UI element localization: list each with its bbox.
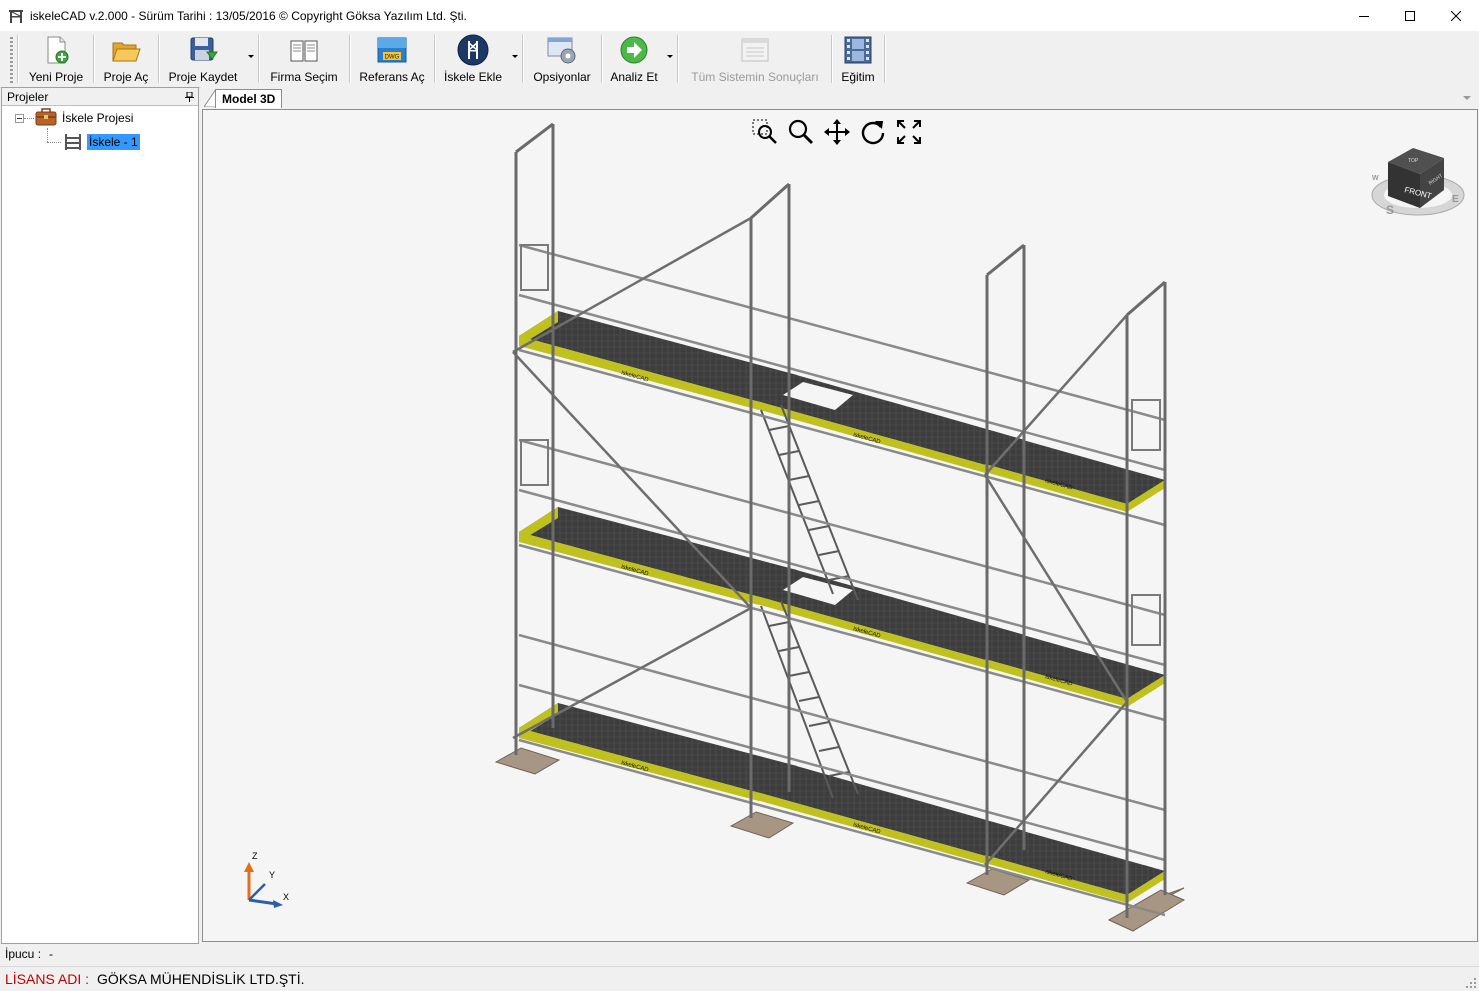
scaffold-add-icon	[457, 34, 489, 66]
pin-icon[interactable]	[185, 91, 194, 102]
analyze-arrow-icon	[620, 36, 648, 64]
save-project-button[interactable]: Proje Kaydet	[163, 31, 243, 87]
view-cube[interactable]: FRONT TOP RIGHT S E W	[1371, 148, 1465, 217]
toolbar-separator	[17, 35, 19, 83]
scaffold-3d-model[interactable]: iskeleCAD iskeleCAD iskeleCAD iskeleCAD …	[203, 110, 1477, 941]
save-project-label: Proje Kaydet	[168, 70, 238, 84]
tree-expander-collapse[interactable]	[15, 114, 24, 123]
tree-connector	[47, 128, 48, 142]
svg-text:DWG: DWG	[385, 55, 400, 61]
status-bar: İpucu : -	[0, 943, 1479, 965]
film-icon	[844, 36, 872, 64]
save-icon	[190, 37, 218, 61]
svg-text:Y: Y	[269, 870, 275, 880]
options-button[interactable]: Opsiyonlar	[526, 31, 598, 87]
all-results-label: Tüm Sistemin Sonuçları	[691, 70, 819, 84]
window-controls	[1341, 0, 1479, 31]
add-scaffold-dropdown-arrow[interactable]	[512, 55, 518, 58]
svg-text:Z: Z	[252, 851, 258, 861]
new-project-icon	[47, 36, 69, 64]
license-label: LİSANS ADI :	[5, 971, 90, 987]
company-select-label: Firma Seçim	[270, 70, 338, 84]
tab-list-dropdown[interactable]	[1463, 96, 1471, 100]
toolbar-separator	[93, 35, 95, 83]
training-label: Eğitim	[841, 70, 875, 84]
minimize-button[interactable]	[1341, 0, 1387, 31]
svg-text:S: S	[1386, 203, 1394, 217]
main-toolbar: Yeni Proje Proje Aç Proje Kaydet Firma S…	[0, 31, 1479, 88]
tree-connector	[47, 142, 61, 143]
document-tabstrip: Model 3D	[201, 87, 1479, 109]
results-icon	[741, 38, 769, 62]
svg-text:W: W	[1372, 175, 1379, 182]
maximize-icon	[1405, 10, 1415, 21]
license-value: GÖKSA MÜHENDİSLİK LTD.ŞTİ.	[97, 971, 305, 987]
add-scaffold-button[interactable]: İskele Ekle	[439, 31, 507, 87]
book-icon	[290, 40, 318, 62]
new-project-button[interactable]: Yeni Proje	[22, 31, 90, 87]
all-results-button[interactable]: Tüm Sistemin Sonuçları	[682, 31, 828, 87]
toolbar-grip[interactable]	[10, 37, 13, 83]
new-project-label: Yeni Proje	[28, 70, 84, 84]
options-label: Opsiyonlar	[533, 70, 591, 84]
tab-model-3d[interactable]: Model 3D	[215, 89, 283, 108]
toolbar-separator	[158, 35, 160, 83]
open-project-label: Proje Aç	[103, 70, 149, 84]
tree-node-scaffold[interactable]: İskele - 1	[87, 134, 140, 150]
toolbar-separator	[884, 35, 886, 83]
close-icon	[1451, 10, 1461, 21]
tree-node-project[interactable]: İskele Projesi	[62, 111, 133, 125]
title-bar: iskeleCAD v.2.000 - Sürüm Tarihi : 13/05…	[0, 0, 1479, 31]
toolbar-separator	[831, 35, 833, 83]
projects-panel: Projeler İskele Projesi İskele - 1	[1, 87, 199, 944]
reference-open-label: Referans Aç	[359, 70, 425, 84]
tip-label: İpucu :	[5, 947, 42, 961]
toolbar-separator	[601, 35, 603, 83]
reference-open-button[interactable]: DWG Referans Aç	[353, 31, 431, 87]
minimize-icon	[1359, 15, 1369, 17]
base-plates	[494, 747, 1186, 932]
training-button[interactable]: Eğitim	[836, 31, 880, 87]
model-3d-viewport[interactable]: iskeleCAD iskeleCAD iskeleCAD iskeleCAD …	[202, 109, 1478, 942]
analyze-button[interactable]: Analiz Et	[604, 31, 664, 87]
resize-grip-icon[interactable]	[1465, 977, 1477, 989]
toolbar-separator	[434, 35, 436, 83]
toolbar-separator	[349, 35, 351, 83]
analyze-label: Analiz Et	[610, 70, 658, 84]
license-bar: LİSANS ADI : GÖKSA MÜHENDİSLİK LTD.ŞTİ.	[0, 966, 1479, 991]
toolbar-separator	[258, 35, 260, 83]
svg-text:E: E	[1452, 194, 1459, 205]
scaffold-node-icon	[65, 134, 81, 150]
svg-text:X: X	[283, 892, 289, 902]
projects-panel-header: Projeler	[2, 88, 198, 106]
project-briefcase-icon	[35, 108, 57, 126]
options-gear-icon	[547, 37, 576, 64]
axis-triad: Z Y X	[244, 851, 289, 908]
analyze-dropdown-arrow[interactable]	[667, 55, 673, 58]
window-title: iskeleCAD v.2.000 - Sürüm Tarihi : 13/05…	[30, 8, 467, 23]
save-dropdown-arrow[interactable]	[248, 55, 254, 58]
close-button[interactable]	[1433, 0, 1479, 31]
projects-panel-title: Projeler	[7, 89, 49, 104]
toolbar-separator	[677, 35, 679, 83]
company-select-button[interactable]: Firma Seçim	[263, 31, 345, 87]
tree-connector	[24, 118, 34, 119]
open-project-button[interactable]: Proje Aç	[97, 31, 155, 87]
tip-value: -	[49, 947, 54, 961]
svg-text:TOP: TOP	[1408, 158, 1419, 164]
add-scaffold-label: İskele Ekle	[443, 70, 503, 84]
toolbar-separator	[522, 35, 524, 83]
maximize-button[interactable]	[1387, 0, 1433, 31]
folder-open-icon	[112, 42, 141, 62]
dwg-icon: DWG	[377, 37, 407, 63]
scaffold-app-icon	[9, 9, 23, 23]
tab-model-3d-label: Model 3D	[222, 92, 276, 106]
